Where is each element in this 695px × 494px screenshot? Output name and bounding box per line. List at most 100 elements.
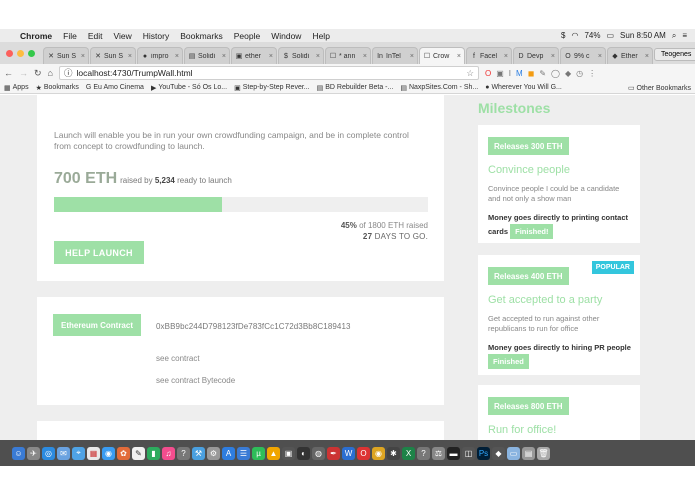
- browser-tab[interactable]: ✕ Sun S ×: [90, 47, 136, 64]
- excel-icon[interactable]: X: [402, 446, 415, 460]
- browser-tab[interactable]: O 9% c ×: [560, 47, 606, 64]
- tab-close-icon[interactable]: ×: [551, 53, 555, 60]
- chrome-icon[interactable]: ◉: [372, 446, 385, 460]
- bookmark-item[interactable]: ★ Bookmarks: [36, 84, 79, 92]
- utilities-icon[interactable]: ⚖: [432, 446, 445, 460]
- tools-icon[interactable]: ✱: [387, 446, 400, 460]
- tab-close-icon[interactable]: ×: [645, 53, 649, 60]
- messages-icon[interactable]: ◉: [102, 446, 115, 460]
- address-bar[interactable]: ⓘ localhost:4730/TrumpWall.html ☆: [58, 66, 479, 80]
- info-icon[interactable]: ⓘ: [64, 67, 73, 79]
- extension-camera-icon[interactable]: ▣: [496, 69, 504, 78]
- extension-m-icon[interactable]: M: [516, 69, 523, 78]
- browser-tab[interactable]: D Devp ×: [513, 47, 559, 64]
- minimize-window-icon[interactable]: [17, 49, 24, 57]
- torrent-icon[interactable]: µ: [252, 446, 265, 460]
- see-bytecode-link[interactable]: see contract Bytecode: [156, 376, 235, 385]
- extension-circle-icon[interactable]: ◯: [551, 69, 560, 78]
- tab-close-icon[interactable]: ×: [363, 53, 367, 60]
- clock[interactable]: Sun 8:50 AM: [620, 31, 666, 40]
- tab-close-icon[interactable]: ×: [316, 53, 320, 60]
- home-icon[interactable]: ⌂: [48, 68, 53, 78]
- browser-tab[interactable]: $ Solidi ×: [278, 47, 324, 64]
- folder-icon[interactable]: ▭: [507, 446, 520, 460]
- photoshop-icon[interactable]: Ps: [477, 446, 490, 460]
- ethereum-contract-button[interactable]: Ethereum Contract: [53, 314, 141, 336]
- numbers-icon[interactable]: ▮: [147, 446, 160, 460]
- console-icon[interactable]: ▬: [447, 446, 460, 460]
- bookmark-item[interactable]: G Eu Amo Cinema: [86, 84, 144, 92]
- xcode-icon[interactable]: ⚒: [192, 446, 205, 460]
- terminal-icon[interactable]: ▣: [282, 446, 295, 460]
- tab-close-icon[interactable]: ×: [222, 53, 226, 60]
- help-icon[interactable]: ?: [177, 446, 190, 460]
- browser-tab[interactable]: f Facel ×: [466, 47, 512, 64]
- menu-file[interactable]: File: [63, 31, 77, 41]
- profile-button[interactable]: Teogenes: [654, 48, 695, 61]
- bookmark-item[interactable]: ▤ BD Rebuilder Beta -...: [317, 84, 394, 92]
- monitor-icon[interactable]: ◫: [462, 446, 475, 460]
- menu-help[interactable]: Help: [312, 31, 329, 41]
- browser-tab[interactable]: ✕ Sun S ×: [43, 47, 89, 64]
- menu-chrome[interactable]: Chrome: [20, 31, 52, 41]
- browser-tab[interactable]: In InTel ×: [372, 47, 418, 64]
- tab-close-icon[interactable]: ×: [81, 53, 85, 60]
- zoom-window-icon[interactable]: [28, 49, 35, 57]
- back-icon[interactable]: ←: [4, 68, 13, 78]
- extension-orange-icon[interactable]: ◼: [528, 69, 535, 78]
- safari-icon[interactable]: ◎: [42, 446, 55, 460]
- browser-tab[interactable]: ▤ Solidi ×: [184, 47, 230, 64]
- photos-icon[interactable]: ✿: [117, 446, 130, 460]
- bookmark-star-icon[interactable]: ☆: [466, 68, 474, 79]
- menu-window[interactable]: Window: [271, 31, 301, 41]
- url-text[interactable]: localhost:4730/TrumpWall.html: [77, 68, 193, 78]
- extension-clock-icon[interactable]: ◷: [576, 69, 583, 78]
- see-contract-link[interactable]: see contract: [156, 354, 200, 363]
- downloads-icon[interactable]: ▤: [522, 446, 535, 460]
- pdf-icon[interactable]: ✒: [327, 446, 340, 460]
- mail-icon[interactable]: ✉: [57, 446, 70, 460]
- dollar-icon[interactable]: $: [561, 31, 565, 40]
- browser-tab[interactable]: ◆ Ether ×: [607, 47, 653, 64]
- extension-i-icon[interactable]: I: [509, 69, 511, 78]
- tab-close-icon[interactable]: ×: [128, 53, 132, 60]
- browser-tab[interactable]: ☐ * ann ×: [325, 47, 371, 64]
- tab-close-icon[interactable]: ×: [457, 53, 461, 60]
- forward-icon[interactable]: →: [19, 68, 28, 78]
- extension-shield-icon[interactable]: ◆: [565, 69, 571, 78]
- menu-edit[interactable]: Edit: [88, 31, 103, 41]
- help2-icon[interactable]: ?: [417, 446, 430, 460]
- search-icon[interactable]: ⌕: [672, 31, 676, 41]
- tab-close-icon[interactable]: ×: [410, 53, 414, 60]
- trash-icon[interactable]: 🗑: [537, 446, 550, 460]
- calendar-icon[interactable]: ▦: [87, 446, 100, 460]
- tab-close-icon[interactable]: ×: [175, 53, 179, 60]
- notes-icon[interactable]: ✎: [132, 446, 145, 460]
- close-window-icon[interactable]: [6, 49, 13, 57]
- tab-close-icon[interactable]: ×: [598, 53, 602, 60]
- menu-bookmarks[interactable]: Bookmarks: [180, 31, 223, 41]
- vlc-icon[interactable]: ▲: [267, 446, 280, 460]
- menu-people[interactable]: People: [234, 31, 260, 41]
- tab-close-icon[interactable]: ×: [504, 53, 508, 60]
- launchpad-icon[interactable]: ✈: [27, 446, 40, 460]
- itunes-icon[interactable]: ♫: [162, 446, 175, 460]
- opera-icon[interactable]: O: [357, 446, 370, 460]
- bookmark-item[interactable]: ▦ Apps: [4, 84, 29, 92]
- browser-tab[interactable]: ● impro ×: [137, 47, 183, 64]
- menu-list-icon[interactable]: ≡: [682, 31, 687, 40]
- bookmark-item[interactable]: ▣ Step-by-Step Rever...: [234, 84, 310, 92]
- preferences-icon[interactable]: ⚙: [207, 446, 220, 460]
- help-launch-button[interactable]: HELP LAUNCH: [54, 241, 144, 264]
- automator-icon[interactable]: ◍: [312, 446, 325, 460]
- menu-history[interactable]: History: [143, 31, 169, 41]
- bookmark-item[interactable]: ▶ YouTube - Só Os Lo...: [151, 84, 227, 92]
- menu-view[interactable]: View: [113, 31, 131, 41]
- reload-icon[interactable]: ↻: [34, 68, 42, 79]
- bookmark-item[interactable]: ● Wherever You Will G...: [485, 84, 562, 92]
- bookmark-item[interactable]: ▤ NaxpSites.Com - Sh...: [400, 84, 478, 92]
- appstore-icon[interactable]: A: [222, 446, 235, 460]
- maps-icon[interactable]: ⌖: [72, 446, 85, 460]
- finder-icon[interactable]: ☺: [12, 446, 25, 460]
- ethereum-icon[interactable]: ◆: [492, 446, 505, 460]
